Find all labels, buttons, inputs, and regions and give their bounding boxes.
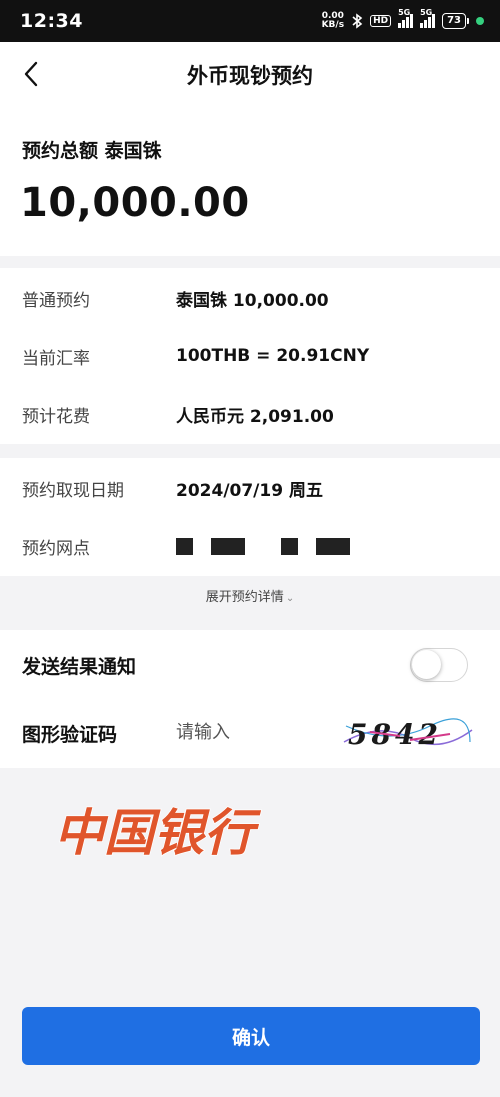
signal-icon-2: 5G (420, 8, 436, 28)
details-card: 普通预约 泰国铢 10,000.00 当前汇率 100THB = 20.91CN… (0, 268, 500, 444)
detail-label: 普通预约 (22, 290, 90, 311)
pickup-card: 预约取现日期 2024/07/19 周五 预约网点 (0, 458, 500, 576)
watermark-text: 中国银行 (54, 804, 262, 862)
status-bar: 12:34 0.00 KB/s HD 5G 5G 73 (0, 0, 500, 42)
detail-value: 100THB = 20.91CNY (176, 346, 370, 366)
captcha-label: 图形验证码 (22, 724, 118, 746)
pickup-date-row: 预约取现日期 2024/07/19 周五 (22, 468, 482, 508)
total-label: 预约总额 泰国铢 (22, 140, 162, 162)
pickup-branch-value-redacted (176, 536, 350, 556)
captcha-input[interactable] (176, 718, 326, 746)
status-icons: 0.00 KB/s HD 5G 5G 73 (321, 8, 484, 30)
confirm-button[interactable]: 确认 (22, 1007, 480, 1065)
pickup-date-label: 预约取现日期 (22, 480, 124, 501)
status-time: 12:34 (20, 10, 83, 32)
detail-value: 人民币元 2,091.00 (176, 406, 334, 427)
network-speed: 0.00 KB/s (321, 11, 345, 30)
hd-badge: HD (370, 15, 392, 27)
total-card: 预约总额 泰国铢 10,000.00 (0, 108, 500, 256)
pickup-branch-row: 预约网点 (22, 526, 482, 566)
battery-icon: 73 (442, 13, 469, 29)
signal-icon: 5G (398, 8, 414, 28)
bluetooth-icon (352, 13, 363, 29)
detail-label: 当前汇率 (22, 348, 90, 369)
total-amount: 10,000.00 (20, 180, 250, 226)
captcha-image[interactable]: 5842 (340, 712, 475, 754)
detail-label: 预计花费 (22, 406, 90, 427)
detail-row-rate: 当前汇率 100THB = 20.91CNY (22, 336, 482, 376)
notification-dot-icon (476, 17, 484, 25)
expand-details-link[interactable]: 展开预约详情 ⌄ (0, 586, 500, 605)
chevron-left-icon (24, 61, 38, 87)
back-button[interactable] (16, 59, 46, 89)
detail-value: 泰国铢 10,000.00 (176, 290, 329, 311)
settings-card: 发送结果通知 图形验证码 5842 (0, 630, 500, 768)
notify-label: 发送结果通知 (22, 656, 137, 678)
pickup-branch-label: 预约网点 (22, 538, 90, 559)
toggle-knob (412, 650, 441, 679)
page-title: 外币现钞预约 (187, 64, 313, 88)
bank-watermark-logo: 中国银行 (53, 803, 262, 863)
notify-toggle[interactable] (410, 648, 468, 682)
pickup-date-value: 2024/07/19 周五 (176, 480, 323, 501)
chevron-down-icon: ⌄ (285, 593, 295, 604)
nav-bar: 外币现钞预约 (0, 42, 500, 108)
detail-row-booking: 普通预约 泰国铢 10,000.00 (22, 278, 482, 318)
detail-row-cost: 预计花费 人民币元 2,091.00 (22, 394, 482, 434)
